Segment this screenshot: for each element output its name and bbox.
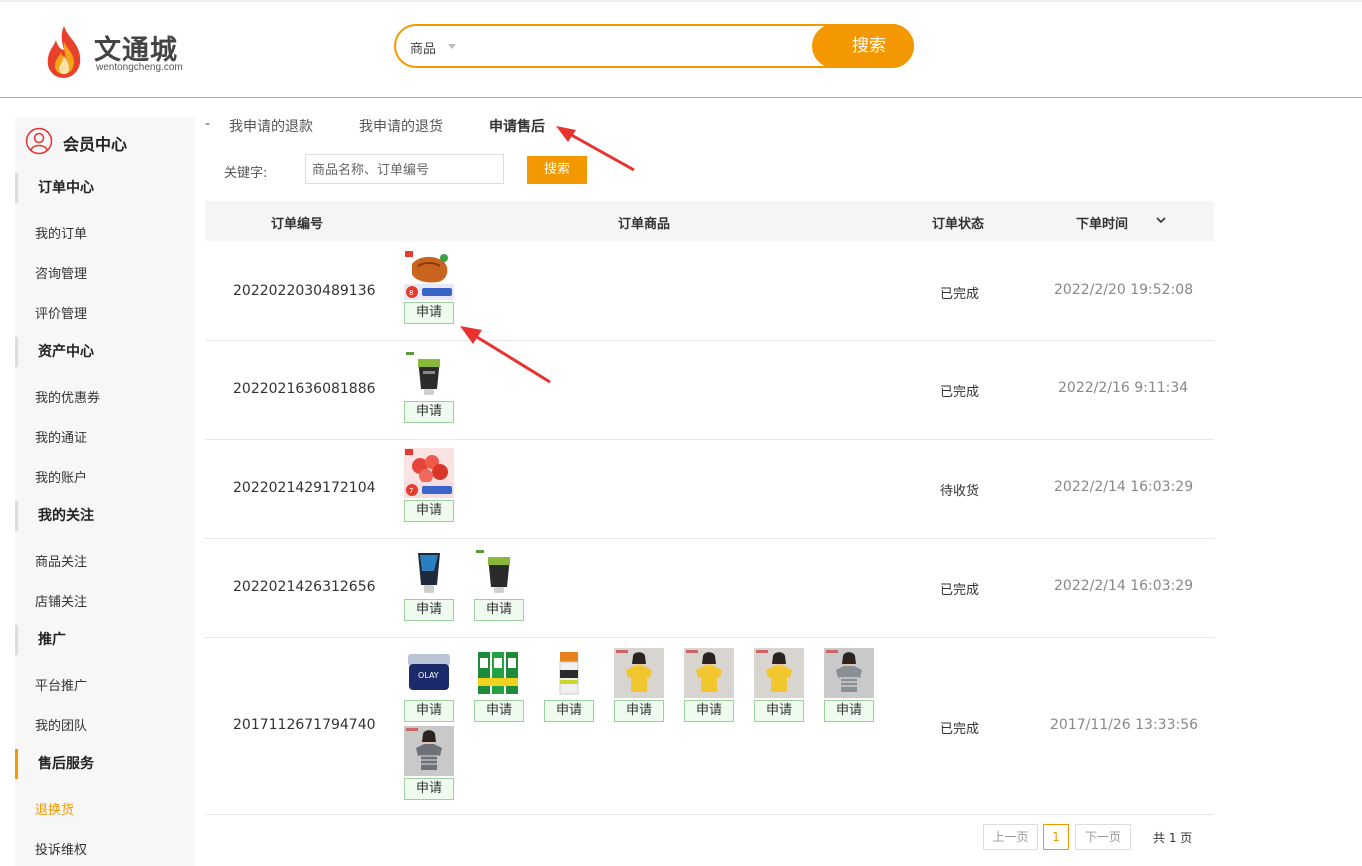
sidebar-item-reviews[interactable]: 评价管理 [35,303,87,322]
user-icon [25,127,53,155]
sidebar-section-follows[interactable]: 我的关注 [15,501,195,531]
sidebar-item-tokens[interactable]: 我的通证 [35,427,87,446]
gray-tshirt-thumbnail[interactable] [824,648,874,698]
order-time: 2022/2/16 9:11:34 [1058,380,1189,396]
order-status: 已完成 [940,722,980,737]
sidebar-section-after-sales[interactable]: 售后服务 [15,749,195,779]
facial-cleanser-thumbnail[interactable] [404,349,454,399]
column-status: 订单状态 [932,217,985,232]
apply-after-sales-button[interactable]: 申请 [684,700,734,722]
apply-after-sales-button[interactable]: 申请 [544,700,594,722]
order-number: 2022021426312656 [233,579,376,595]
apply-after-sales-button[interactable]: 申请 [754,700,804,722]
sidebar-item-returns[interactable]: 退换货 [35,799,74,818]
table-row: 2022022030489136 8 申请 已完成 2022/2/20 19:5… [205,242,1214,341]
logo-domain: wentongcheng.com [96,62,183,73]
facial-cleanser-blue-thumbnail[interactable] [404,547,454,597]
sidebar-item-product-follows[interactable]: 商品关注 [35,551,87,570]
annotation-arrow-icon [460,326,551,384]
svg-text:8: 8 [409,289,413,297]
fruit-candy-thumbnail[interactable]: 7 [404,448,454,498]
sidebar-item-my-team[interactable]: 我的团队 [35,715,87,734]
keyword-input[interactable] [305,154,504,184]
search-type-select[interactable]: 商品 [410,38,436,57]
order-status: 待收货 [940,484,980,499]
apply-after-sales-button[interactable]: 申请 [404,700,454,722]
site-header: 文通城 wentongcheng.com 商品 搜索 [0,0,1362,98]
table-row: 2017112671794740 OLAY 申请 申请 申请 申请 申请 申请 … [205,638,1214,815]
current-page[interactable]: 1 [1043,824,1069,850]
next-page-button[interactable]: 下一页 [1075,824,1131,850]
column-order-time[interactable]: 下单时间 [1076,213,1128,232]
order-status: 已完成 [940,287,980,302]
search-button-label: 搜索 [852,36,886,56]
orders-table-header: 订单编号 订单商品 订单状态 下单时间 [205,201,1214,241]
global-search: 商品 搜索 [394,24,914,68]
sidebar-item-consult[interactable]: 咨询管理 [35,263,87,282]
tab-separator: - [205,116,211,132]
order-status: 已完成 [940,385,980,400]
table-row: 2022021636081886 申请 已完成 2022/2/16 9:11:3… [205,341,1214,440]
sidebar-item-coupons[interactable]: 我的优惠券 [35,387,100,406]
sidebar-item-my-orders[interactable]: 我的订单 [35,223,87,242]
site-logo[interactable]: 文通城 wentongcheng.com [42,24,222,82]
sidebar-item-account[interactable]: 我的账户 [35,467,87,486]
snack-package-thumbnail[interactable]: 8 [404,250,454,300]
total-pages: 共 1 页 [1153,831,1193,845]
apply-after-sales-button[interactable]: 申请 [824,700,874,722]
keyword-label: 关键字: [224,166,268,181]
apply-after-sales-button[interactable]: 申请 [474,599,524,621]
pagination: 上一页 1 下一页 共 1 页 [0,824,1362,850]
sidebar-item-platform-promo[interactable]: 平台推广 [35,675,87,694]
tab-return-requests[interactable]: 我申请的退货 [359,116,443,136]
table-row: 2022021426312656 申请 申请 已完成 2022/2/14 16:… [205,539,1214,638]
svg-text:7: 7 [409,487,413,495]
column-products: 订单商品 [618,217,671,232]
olay-cream-thumbnail[interactable]: OLAY [404,648,454,698]
chevron-down-icon[interactable] [1156,215,1166,225]
global-search-input[interactable] [466,32,806,60]
toothpaste-pack-thumbnail[interactable] [474,648,524,698]
apply-after-sales-button[interactable]: 申请 [404,778,454,800]
annotation-arrow-icon [556,126,635,172]
flame-logo-icon [47,26,81,78]
yellow-tshirt-thumbnail[interactable] [754,648,804,698]
prev-page-button[interactable]: 上一页 [983,824,1038,850]
order-number: 2017112671794740 [233,717,376,733]
svg-text:OLAY: OLAY [418,671,439,680]
order-number: 2022022030489136 [233,283,376,299]
order-time: 2022/2/14 16:03:29 [1054,479,1194,495]
tab-apply-after-sales[interactable]: 申请售后 [489,116,545,136]
member-sidebar: 会员中心 订单中心 我的订单 咨询管理 评价管理 资产中心 我的优惠券 我的通证… [15,117,195,866]
member-center-title: 会员中心 [63,135,128,154]
order-time: 2017/11/26 13:33:56 [1050,717,1199,733]
order-time: 2022/2/14 16:03:29 [1054,578,1194,594]
gray-tshirt-thumbnail[interactable] [404,726,454,776]
sidebar-section-orders[interactable]: 订单中心 [15,173,195,203]
sidebar-section-promotion[interactable]: 推广 [15,625,195,655]
order-number: 2022021636081886 [233,381,376,397]
order-time: 2022/2/20 19:52:08 [1054,282,1194,298]
order-number: 2022021429172104 [233,480,376,496]
facial-cleanser-green-thumbnail[interactable] [474,547,524,597]
apply-after-sales-button[interactable]: 申请 [474,700,524,722]
apply-after-sales-button[interactable]: 申请 [614,700,664,722]
apply-after-sales-button[interactable]: 申请 [404,401,454,423]
apply-after-sales-button[interactable]: 申请 [404,500,454,522]
tab-refund-requests[interactable]: 我申请的退款 [229,116,313,136]
order-status: 已完成 [940,583,980,598]
sidebar-item-store-follows[interactable]: 店铺关注 [35,591,87,610]
column-order-no: 订单编号 [271,217,324,232]
apply-after-sales-button[interactable]: 申请 [404,599,454,621]
caret-down-icon[interactable] [448,44,456,49]
lotion-bottle-thumbnail[interactable] [544,648,594,698]
global-search-button[interactable]: 搜索 [812,24,914,68]
apply-after-sales-button[interactable]: 申请 [404,302,454,324]
yellow-tshirt-thumbnail[interactable] [614,648,664,698]
sidebar-section-assets[interactable]: 资产中心 [15,337,195,367]
table-row: 2022021429172104 7 申请 待收货 2022/2/14 16:0… [205,440,1214,539]
yellow-tshirt-thumbnail[interactable] [684,648,734,698]
